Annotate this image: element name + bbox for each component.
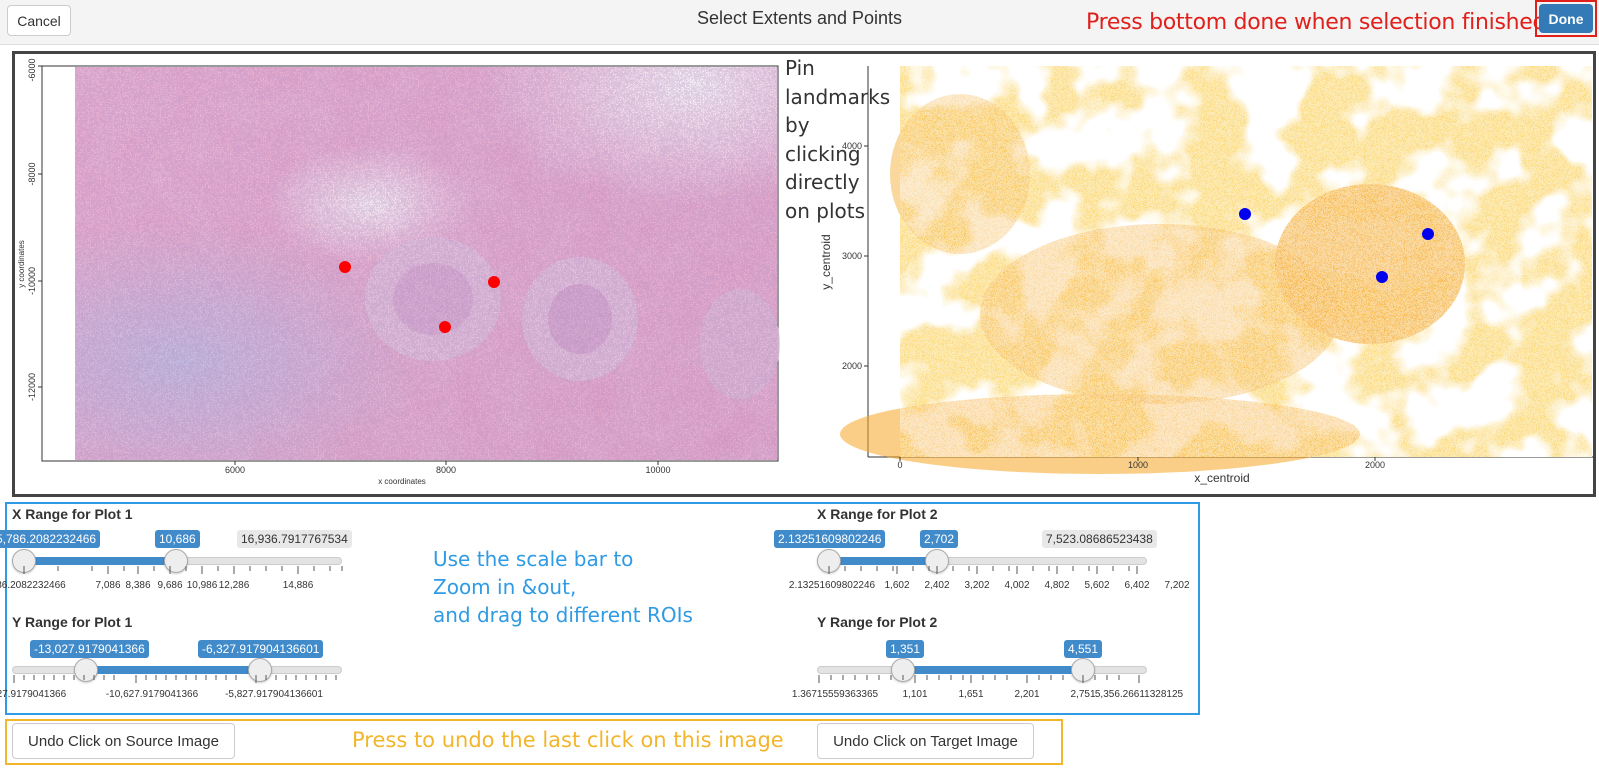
x-range-plot2-tick: 3,202 <box>964 580 990 591</box>
y-range-plot1-tick: -5,827.917904136601 <box>225 689 323 700</box>
y-range-plot2-tick: 1,651 <box>958 689 984 700</box>
landmark-point[interactable] <box>339 261 351 273</box>
he-image[interactable] <box>75 67 780 460</box>
x-axis-title: x_centroid <box>1194 471 1249 485</box>
y-tick-label: -10000 <box>27 267 37 295</box>
y-range-plot2-ticks <box>818 675 1140 683</box>
x-range-plot1-from-value: 5,786.2082232466 <box>0 530 101 548</box>
x-range-plot2-tick: 4,002 <box>1004 580 1030 591</box>
x-range-plot2-tick: 1,602 <box>884 580 910 591</box>
x-range-plot1-tick: 10,986 <box>186 580 218 591</box>
x-range-plot2-tick: 2,402 <box>924 580 950 591</box>
x-range-plot2-tick: 4,802 <box>1044 580 1070 591</box>
x-range-plot2-bar[interactable] <box>829 557 937 565</box>
undo-source-button[interactable]: Undo Click on Source Image <box>12 723 235 759</box>
y-range-plot1-from-value: -13,027.9179041366 <box>30 640 149 658</box>
x-axis-title: x coordinates <box>378 477 426 486</box>
x-range-plot1-ticks <box>23 566 343 574</box>
x-range-plot1-tick: 8,386 <box>125 580 151 591</box>
x-range-plot2-tick: 2.13251609802246 <box>788 580 876 591</box>
y-tick-label: -12000 <box>27 373 37 401</box>
y-tick-label: -6000 <box>27 58 37 81</box>
scale-line: Zoom in &out, <box>433 575 577 599</box>
y-tick-label: 2000 <box>842 361 862 371</box>
y-range-plot2-from-value: 1,351 <box>886 640 925 658</box>
x-range-plot1-tick: 9,686 <box>157 580 183 591</box>
x-range-plot1-tick: 14,886 <box>282 580 314 591</box>
x-range-plot1-tick: 5,786.2082232466 <box>0 580 66 591</box>
y-range-plot2-tick: 1.36715559363365 <box>791 689 879 700</box>
landmark-point[interactable] <box>488 276 500 288</box>
y-range-plot1-ticks <box>13 675 337 683</box>
x-tick-label: 0 <box>897 460 902 470</box>
y-range-plot2-tick: 2,201 <box>1014 689 1040 700</box>
x-tick-label: 8000 <box>436 465 456 475</box>
done-button[interactable]: Done <box>1539 4 1593 33</box>
x-range-plot2-tick: 5,602 <box>1084 580 1110 591</box>
x-tick-label: 10000 <box>645 465 670 475</box>
landmark-point[interactable] <box>1422 228 1434 240</box>
y-range-plot1-tick: -10,627.9179041366 <box>105 689 199 700</box>
x-range-plot2-max-value: 7,523.08686523438 <box>1042 530 1157 548</box>
undo-instruction: Press to undo the last click on this ima… <box>352 728 784 752</box>
x-range-plot1-bar[interactable] <box>24 557 176 565</box>
y-range-plot2-to-value: 4,551 <box>1064 640 1103 658</box>
target-plot: 0 1000 2000 x_centroid 4000 3000 2000 y_… <box>819 66 1594 485</box>
x-range-plot1-tick: 12,286 <box>218 580 250 591</box>
y-axis-title: y_centroid <box>819 234 833 289</box>
done-instruction: Press bottom done when selection finishe… <box>1086 10 1547 35</box>
y-axis-title: y coordinates <box>17 240 26 288</box>
x-tick-label: 1000 <box>1128 460 1148 470</box>
source-x-axis: 6000 8000 10000 x coordinates <box>225 461 671 486</box>
target-y-axis: 4000 3000 2000 y_centroid <box>819 141 868 371</box>
y-range-plot1-bar[interactable] <box>86 666 260 674</box>
y-tick-label: 3000 <box>842 251 862 261</box>
x-tick-label: 6000 <box>225 465 245 475</box>
x-tick-label: 2000 <box>1365 460 1385 470</box>
scale-line: Use the scale bar to <box>433 547 634 571</box>
y-range-plot1-label: Y Range for Plot 1 <box>12 614 133 630</box>
y-range-plot2-label: Y Range for Plot 2 <box>817 614 938 630</box>
y-range-plot1-to-value: -6,327.917904136601 <box>198 640 324 658</box>
landmark-point[interactable] <box>439 321 451 333</box>
x-range-plot2-tick: 6,402 <box>1124 580 1150 591</box>
scale-line: and drag to different ROIs <box>433 603 693 627</box>
x-range-plot2-ticks <box>828 566 1138 574</box>
x-range-plot2-label: X Range for Plot 2 <box>817 506 938 522</box>
y-range-plot2-tick: 5,356.26611328125 <box>1094 689 1184 700</box>
x-range-plot2-from-value: 2.13251609802246 <box>774 530 886 548</box>
x-range-plot2-to-value: 2,702 <box>920 530 959 548</box>
x-range-plot2-tick: 7,202 <box>1164 580 1190 591</box>
y-tick-label: -8000 <box>27 162 37 185</box>
y-range-plot2-tick: 1,101 <box>902 689 928 700</box>
undo-target-button[interactable]: Undo Click on Target Image <box>817 723 1034 759</box>
source-y-axis: -6000 -8000 -10000 -12000 y coordinates <box>17 58 42 401</box>
scale-bar-instruction: Use the scale bar to Zoom in &out, and d… <box>433 545 693 629</box>
y-range-plot2-bar[interactable] <box>903 666 1083 674</box>
x-range-plot1-tick: 7,086 <box>95 580 121 591</box>
x-range-plot1-to-value: 10,686 <box>155 530 200 548</box>
y-range-plot2-tick: 2,751 <box>1070 689 1096 700</box>
y-tick-label: 4000 <box>842 141 862 151</box>
y-range-plot1-tick: -15,427.9179041366 <box>0 689 67 700</box>
cell-centroids[interactable] <box>840 66 1592 474</box>
source-plot: 6000 8000 10000 x coordinates -6000 -800… <box>17 58 780 486</box>
x-range-plot1-max-value: 16,936.7917767534 <box>237 530 352 548</box>
landmark-point[interactable] <box>1376 271 1388 283</box>
x-range-plot1-label: X Range for Plot 1 <box>12 506 133 522</box>
landmark-point[interactable] <box>1239 208 1251 220</box>
